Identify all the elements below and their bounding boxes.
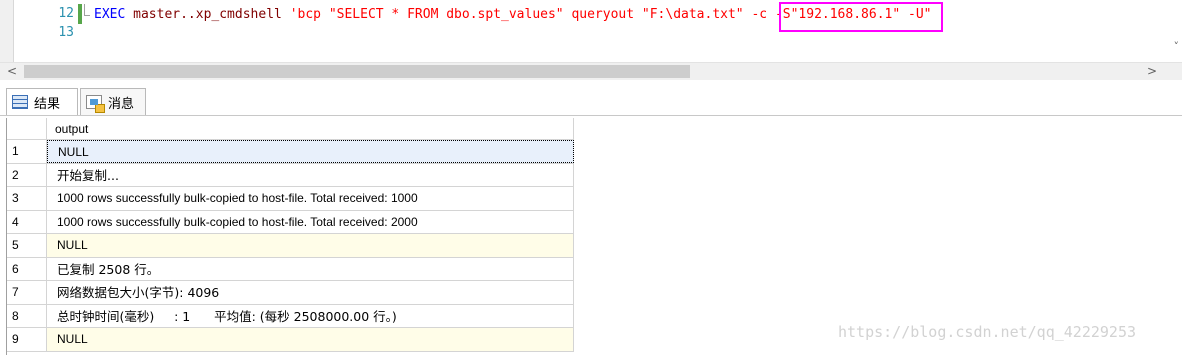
output-cell[interactable]: 开始复制...	[47, 163, 574, 186]
editor-horizontal-scrollbar[interactable]: < >	[0, 62, 1182, 80]
table-row[interactable]: 9 NULL	[7, 328, 574, 352]
editor-gutter	[0, 0, 14, 62]
row-number[interactable]: 9	[7, 328, 47, 351]
output-cell[interactable]: NULL	[47, 234, 574, 257]
watermark: https://blog.csdn.net/qq_42229253	[838, 323, 1137, 341]
highlight-annotation-box	[779, 2, 943, 32]
scroll-left-icon[interactable]: <	[2, 63, 22, 80]
tab-results[interactable]: 结果	[6, 88, 78, 115]
table-row[interactable]: 1 NULL	[7, 140, 574, 164]
table-row[interactable]: 3 1000 rows successfully bulk-copied to …	[7, 187, 574, 211]
output-cell[interactable]: 总时钟时间(毫秒) : 1 平均值: (每秒 2508000.00 行。)	[47, 304, 574, 327]
outline-fold-marker	[84, 4, 90, 16]
table-row[interactable]: 6 已复制 2508 行。	[7, 257, 574, 281]
tab-label: 消息	[108, 96, 135, 112]
table-row[interactable]: 4 1000 rows successfully bulk-copied to …	[7, 210, 574, 234]
output-cell[interactable]: 1000 rows successfully bulk-copied to ho…	[47, 187, 574, 210]
row-number[interactable]: 4	[7, 210, 47, 233]
row-number[interactable]: 8	[7, 304, 47, 327]
row-number[interactable]: 6	[7, 257, 47, 280]
output-cell[interactable]: 已复制 2508 行。	[47, 257, 574, 280]
sql-string: 'bcp "SELECT * FROM dbo.spt_values" quer…	[289, 7, 642, 22]
line-number: 13	[58, 25, 74, 40]
scroll-right-icon[interactable]: >	[1142, 63, 1162, 80]
grid-icon	[12, 95, 28, 109]
grid-header: output	[7, 118, 574, 140]
scroll-down-icon[interactable]: ˅	[1174, 40, 1180, 53]
row-number[interactable]: 2	[7, 163, 47, 186]
row-number[interactable]: 5	[7, 234, 47, 257]
line-number: 12	[58, 6, 74, 21]
output-cell[interactable]: 网络数据包大小(字节): 4096	[47, 281, 574, 304]
grid-corner[interactable]	[7, 118, 47, 140]
table-row[interactable]: 5 NULL	[7, 234, 574, 258]
row-number[interactable]: 3	[7, 187, 47, 210]
table-row[interactable]: 7 网络数据包大小(字节): 4096	[7, 281, 574, 305]
scrollbar-thumb[interactable]	[24, 65, 690, 78]
sql-procedure: master..xp_cmdshell	[133, 7, 282, 22]
table-row[interactable]: 8 总时钟时间(毫秒) : 1 平均值: (每秒 2508000.00 行。)	[7, 304, 574, 328]
table-row[interactable]: 2 开始复制...	[7, 163, 574, 187]
column-header-output[interactable]: output	[47, 118, 574, 140]
results-grid[interactable]: output 1 NULL 2 开始复制... 3 1000 rows succ…	[6, 118, 576, 355]
query-editor[interactable]: 12 13 EXEC master..xp_cmdshell 'bcp "SEL…	[0, 0, 1182, 62]
sql-keyword: EXEC	[94, 7, 126, 22]
sql-string-path: "F:\data.txt"	[641, 7, 744, 22]
tab-label: 结果	[34, 96, 61, 112]
output-cell[interactable]: NULL	[47, 328, 574, 351]
output-cell[interactable]: 1000 rows successfully bulk-copied to ho…	[47, 210, 574, 233]
row-number[interactable]: 1	[7, 140, 47, 163]
message-icon	[86, 95, 105, 113]
changed-line-marker	[78, 4, 82, 24]
output-cell[interactable]: NULL	[47, 140, 574, 163]
result-tabs: 结果 消息	[0, 80, 1182, 116]
editor-vertical-scrollbar[interactable]: ˅	[1164, 0, 1182, 62]
row-number[interactable]: 7	[7, 281, 47, 304]
tab-messages[interactable]: 消息	[80, 88, 146, 115]
